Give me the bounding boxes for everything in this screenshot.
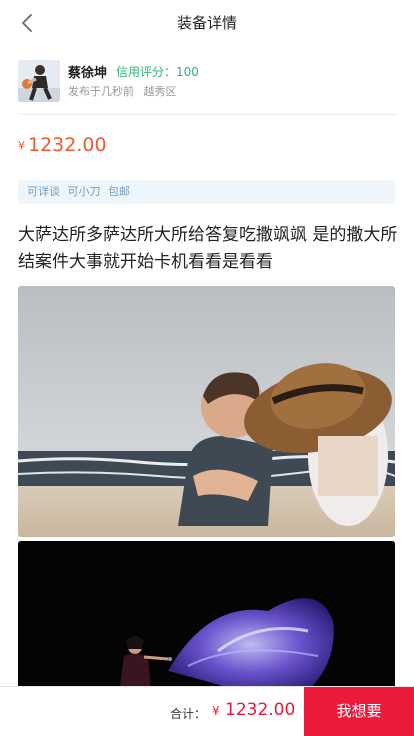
price-symbol: ¥	[18, 139, 25, 152]
total-symbol: ¥	[212, 704, 220, 718]
total-price: 1232.00	[225, 700, 296, 720]
seller-info: 蔡徐坤 信用评分：100 发布于几秒前 越秀区	[18, 60, 396, 104]
publish-time: 发布于几秒前	[68, 85, 134, 98]
item-photo[interactable]	[18, 286, 395, 537]
publish-info: 发布于几秒前 越秀区	[68, 83, 177, 99]
location: 越秀区	[143, 85, 177, 98]
navbar: 装备详情	[0, 0, 414, 46]
tag-bar: 可详谈 可小刀 包邮	[18, 180, 395, 204]
item-photo[interactable]	[18, 541, 395, 701]
seller-name: 蔡徐坤	[68, 66, 108, 81]
item-description: 大萨达所多萨达所大所给答复吃撒飒飒 是的撒大所结案件大事就开始卡机看看是看看	[18, 225, 398, 272]
avatar[interactable]	[18, 60, 60, 102]
tag: 可小刀	[67, 185, 101, 198]
total-label: 合计：	[170, 707, 207, 721]
price-value: 1232.00	[28, 134, 107, 156]
price: ¥1232.00	[18, 134, 107, 156]
tag: 包邮	[108, 185, 130, 198]
tag: 可详谈	[27, 185, 60, 198]
credit-score: 信用评分：100	[116, 65, 199, 79]
page-title: 装备详情	[176, 14, 237, 32]
bottom-bar: 合计： ¥ 1232.00 我想要	[0, 686, 414, 736]
want-button[interactable]: 我想要	[304, 687, 414, 736]
divider	[18, 114, 396, 115]
